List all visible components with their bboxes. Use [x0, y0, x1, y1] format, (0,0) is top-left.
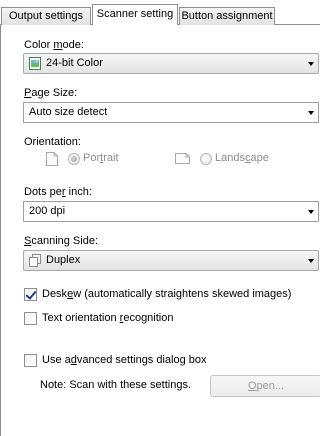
tab-button-assignment[interactable]: Button assignment: [179, 7, 275, 25]
color-mode-value: 24-bit Color: [46, 57, 103, 69]
landscape-label: Landscape: [215, 152, 269, 164]
page-size-value: Auto size detect: [29, 106, 108, 118]
dpi-select[interactable]: 200 dpi: [23, 201, 319, 222]
scanner-setting-panel: Color mode: 24-bit Color Page Size: Auto…: [0, 24, 320, 436]
open-button[interactable]: Open...: [210, 375, 320, 397]
deskew-label: Deskew (automatically straightens skewed…: [42, 288, 292, 300]
tab-strip: Output settings Scanner setting Button a…: [0, 0, 320, 25]
note-text: Note: Scan with these settings.: [40, 379, 192, 391]
tab-scanner-setting[interactable]: Scanner setting: [92, 4, 178, 25]
dpi-value: 200 dpi: [29, 205, 66, 217]
chevron-down-icon: [308, 111, 314, 115]
deskew-checkbox[interactable]: [24, 288, 37, 301]
scanning-side-select[interactable]: Duplex: [23, 250, 319, 271]
chevron-down-icon: [308, 259, 314, 263]
text-orientation-checkbox[interactable]: [24, 312, 37, 325]
chevron-down-icon: [308, 210, 314, 214]
scanning-side-value: Duplex: [46, 254, 81, 266]
advanced-settings-checkbox[interactable]: [24, 354, 37, 367]
chevron-down-icon: [308, 62, 314, 66]
advanced-settings-label: Use advanced settings dialog box: [42, 354, 207, 366]
portrait-label: Portrait: [83, 152, 119, 164]
portrait-radio[interactable]: [68, 153, 80, 165]
color-mode-select[interactable]: 24-bit Color: [23, 53, 319, 74]
dpi-label: Dots per inch:: [24, 186, 92, 198]
page-size-select[interactable]: Auto size detect: [23, 102, 319, 123]
landscape-page-icon: [175, 153, 190, 164]
orientation-label: Orientation:: [24, 136, 81, 148]
landscape-radio[interactable]: [200, 153, 212, 165]
color-mode-label: Color mode:: [24, 39, 84, 51]
color-image-icon: [29, 57, 41, 70]
tab-output-settings[interactable]: Output settings: [1, 7, 91, 25]
page-size-label: Page Size:: [24, 87, 78, 99]
scanning-side-label: Scanning Side:: [24, 235, 99, 247]
text-orientation-label: Text orientation recognition: [42, 312, 174, 324]
duplex-pages-icon: [29, 254, 41, 267]
portrait-page-icon: [46, 152, 58, 166]
